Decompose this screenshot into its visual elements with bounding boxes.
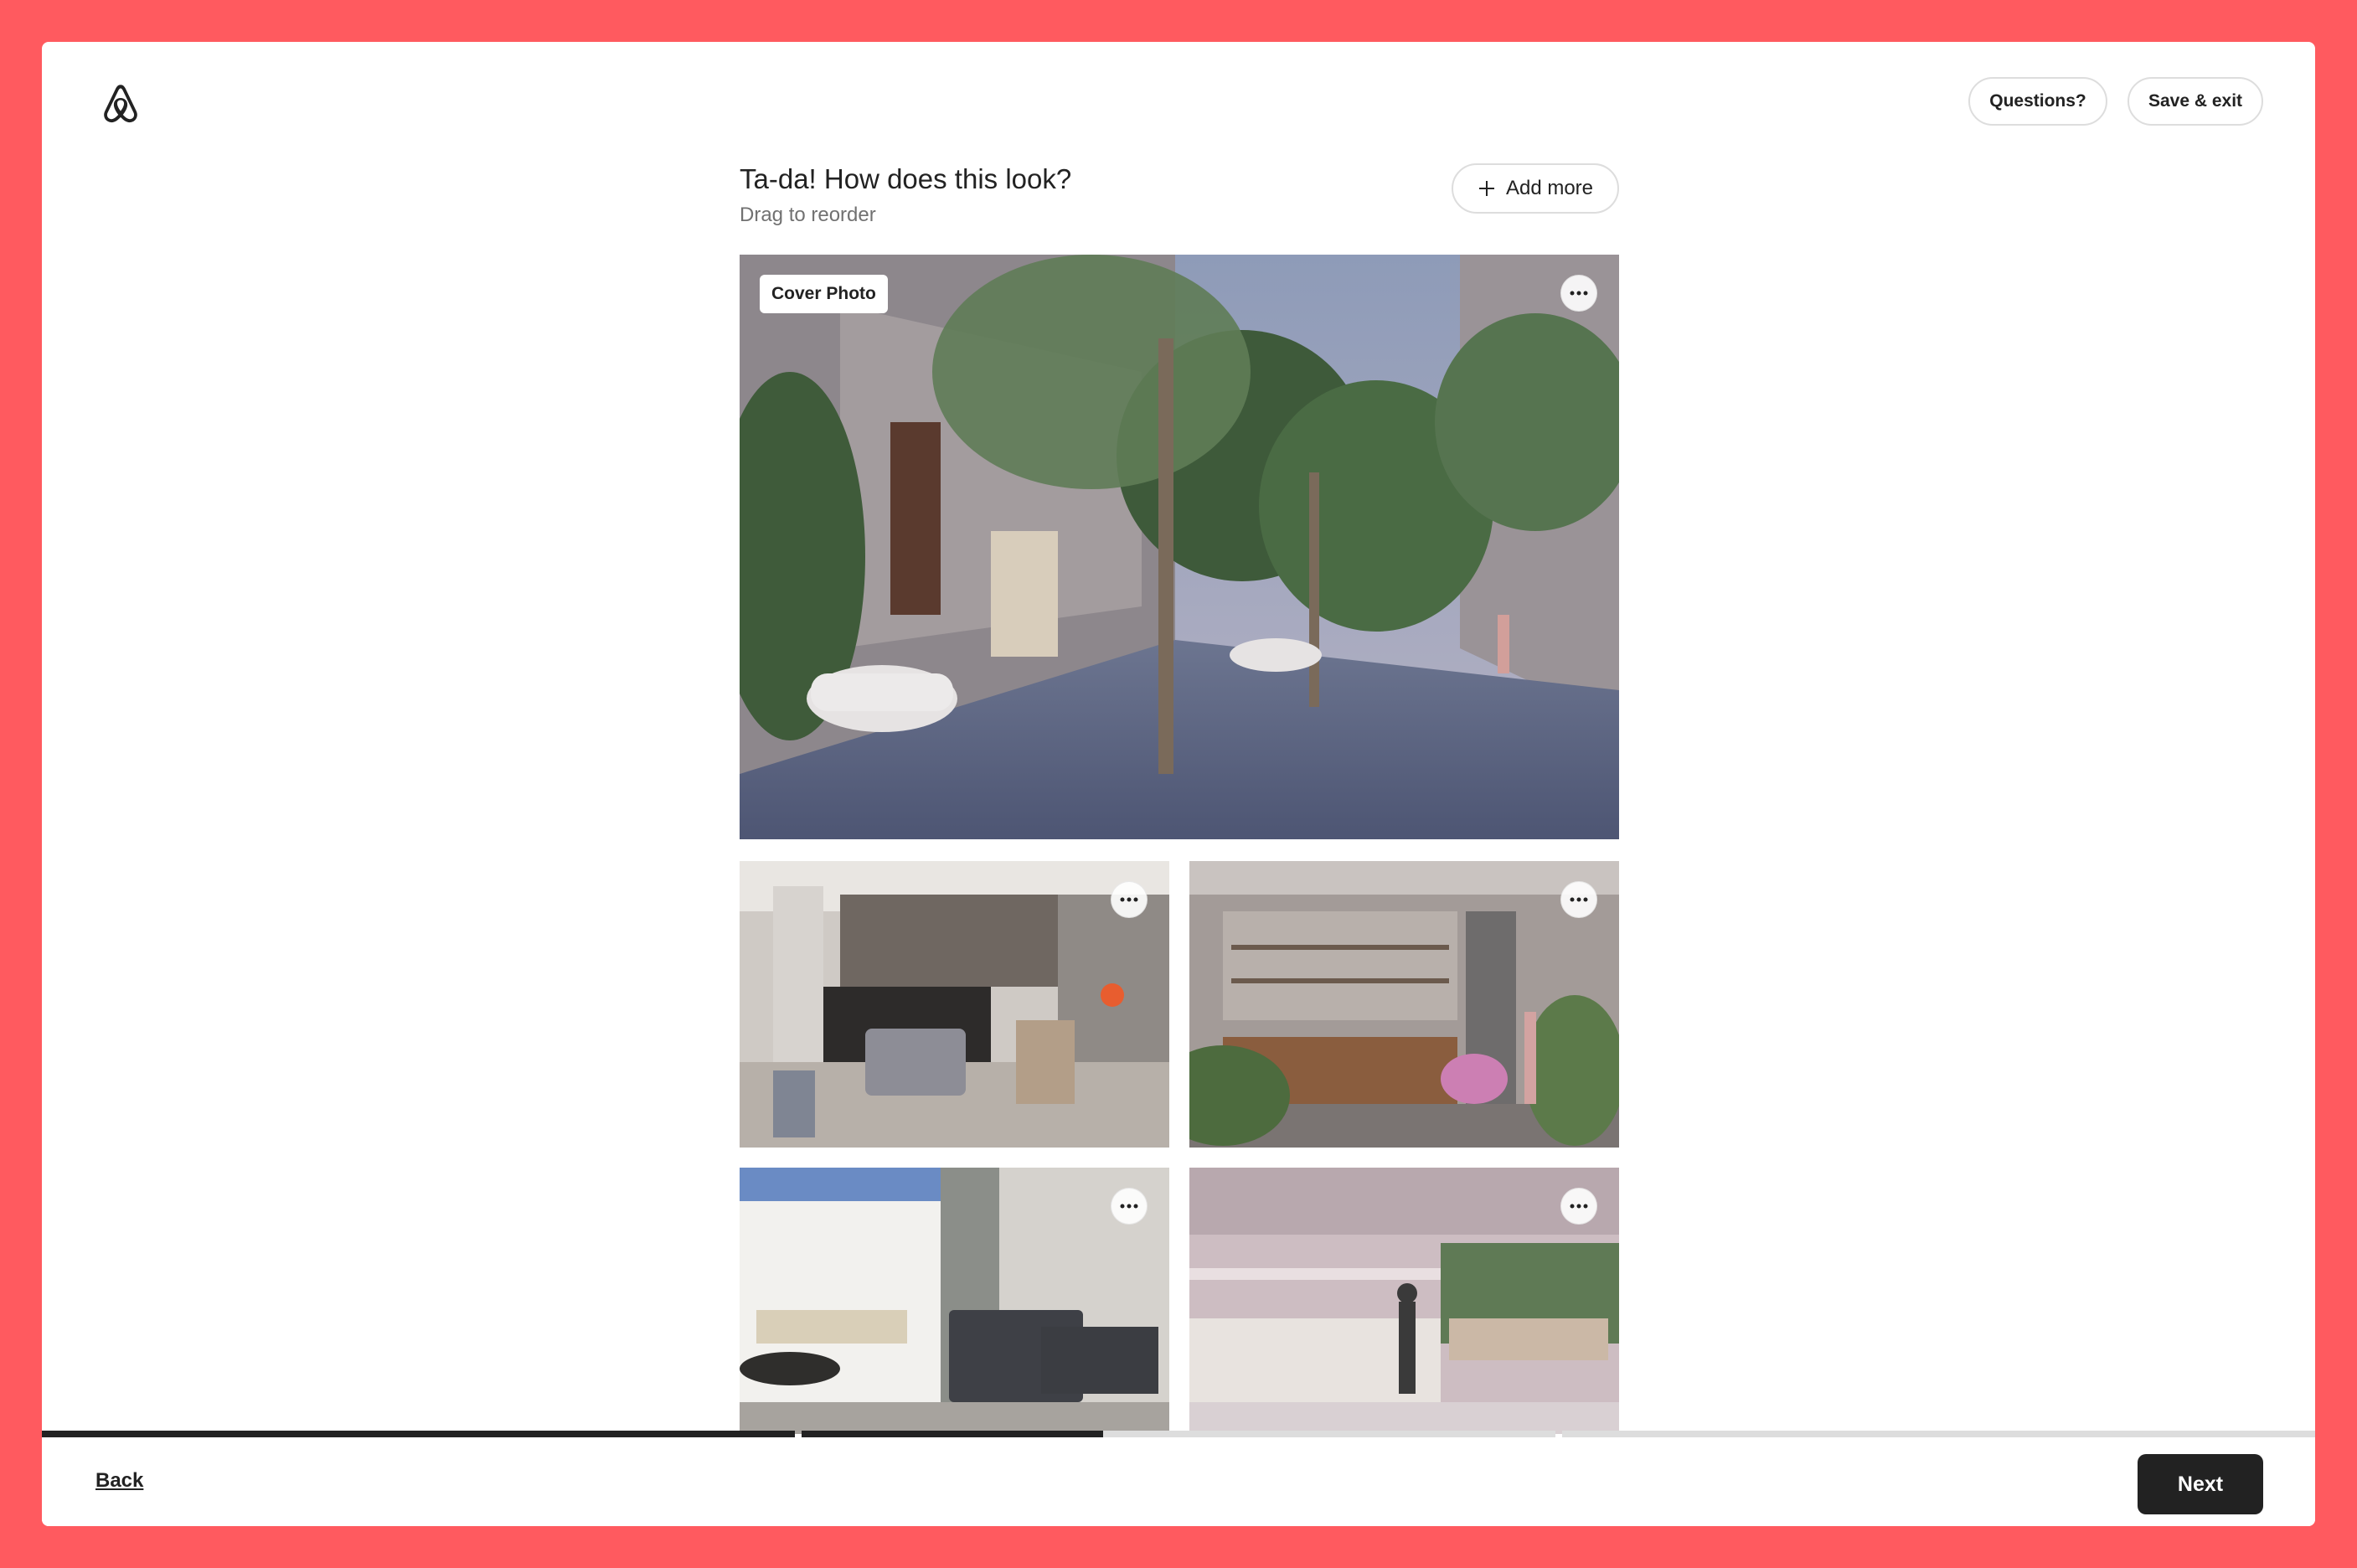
app-window: Questions? Save & exit Ta-da! How does t… bbox=[42, 42, 2315, 1526]
kitchen-photo bbox=[1189, 1168, 1619, 1434]
photo-options-button[interactable] bbox=[1111, 881, 1148, 918]
progress-segment-1 bbox=[42, 1431, 796, 1437]
photo-tile[interactable] bbox=[740, 861, 1169, 1148]
next-button[interactable]: Next bbox=[2138, 1454, 2263, 1514]
more-options-icon bbox=[1570, 897, 1588, 902]
progress-segment-2 bbox=[802, 1431, 1555, 1437]
progress-segment-3 bbox=[1561, 1431, 2315, 1437]
more-options-icon bbox=[1570, 1204, 1588, 1209]
back-link[interactable]: Back bbox=[95, 1469, 143, 1493]
photo-options-button[interactable] bbox=[1560, 275, 1597, 312]
cover-photo-badge: Cover Photo bbox=[760, 275, 888, 313]
plus-icon bbox=[1478, 181, 1494, 196]
photo-options-button[interactable] bbox=[1560, 1188, 1597, 1225]
progress-fill bbox=[42, 1431, 796, 1437]
progress-fill bbox=[802, 1431, 1104, 1437]
progress-bar bbox=[42, 1431, 2315, 1437]
add-more-button[interactable]: Add more bbox=[1452, 163, 1619, 214]
more-options-icon bbox=[1120, 897, 1138, 902]
add-more-label: Add more bbox=[1505, 177, 1594, 199]
photo-options-button[interactable] bbox=[1111, 1188, 1148, 1225]
photo-tile[interactable] bbox=[1189, 1168, 1619, 1434]
footer-bar: Back Next bbox=[42, 1437, 2315, 1526]
bar-lounge-photo bbox=[1189, 861, 1619, 1148]
questions-button[interactable]: Questions? bbox=[1968, 77, 2107, 126]
living-room-pool-photo bbox=[740, 1168, 1169, 1434]
more-options-icon bbox=[1120, 1204, 1138, 1209]
photo-tile[interactable] bbox=[740, 1168, 1169, 1434]
photo-tile[interactable] bbox=[1189, 861, 1619, 1148]
exterior-photo bbox=[740, 255, 1619, 839]
photo-cover[interactable]: Cover Photo bbox=[740, 255, 1619, 839]
airbnb-logo-icon[interactable] bbox=[99, 82, 142, 126]
more-options-icon bbox=[1570, 291, 1588, 296]
photo-options-button[interactable] bbox=[1560, 881, 1597, 918]
save-exit-button[interactable]: Save & exit bbox=[2127, 77, 2263, 126]
living-room-photo bbox=[740, 861, 1169, 1148]
